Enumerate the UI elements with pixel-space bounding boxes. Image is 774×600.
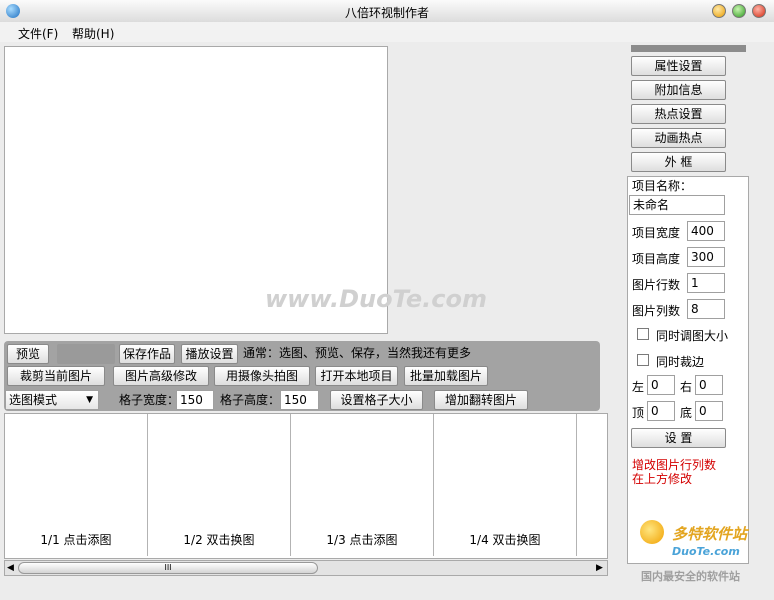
cell-label: 1/3 点击添图	[326, 533, 398, 547]
scroll-thumb[interactable]: III	[18, 562, 318, 574]
scroll-grip: III	[164, 563, 172, 572]
batch-load-button[interactable]: 批量加载图片	[404, 366, 488, 386]
set-grid-size-button[interactable]: 设置格子大小	[330, 390, 423, 410]
left-margin-input[interactable]: 0	[647, 375, 675, 395]
open-local-button[interactable]: 打开本地项目	[315, 366, 398, 386]
grid-height-label: 格子高度：	[220, 393, 281, 407]
sync-resize-label: 同时调图大小	[656, 329, 729, 343]
mode-select[interactable]: 选图模式 ▼	[5, 390, 99, 410]
toolbar-hint: 通常：选图、预览、保存，当然我还有更多	[243, 346, 472, 360]
close-button[interactable]	[752, 4, 766, 18]
camera-shot-button[interactable]: 用摄像头拍图	[214, 366, 310, 386]
cell-label: 1/4 双击换图	[469, 533, 541, 547]
menu-help[interactable]: 帮助(H)	[72, 25, 114, 42]
note-line-2: 在上方修改	[632, 472, 693, 486]
grid-width-input[interactable]: 150	[176, 390, 214, 410]
sync-resize-checkbox[interactable]	[637, 328, 649, 340]
cell-label: 1/2 双击换图	[183, 533, 255, 547]
menu-file[interactable]: 文件(F)	[18, 25, 58, 42]
mode-select-value: 选图模式	[9, 393, 58, 407]
logo-url: DuoTe.com	[672, 545, 740, 558]
extra-info-button[interactable]: 附加信息	[631, 80, 726, 100]
cell-label: 1/1 点击添图	[40, 533, 112, 547]
save-work-button[interactable]: 保存作品	[119, 344, 175, 364]
grid-height-input[interactable]: 150	[280, 390, 319, 410]
sync-crop-checkbox[interactable]	[637, 354, 649, 366]
bottom-margin-input[interactable]: 0	[695, 401, 723, 421]
left-margin-label: 左	[632, 380, 645, 394]
thumbnail-cell[interactable]: 1/2 双击换图	[148, 414, 291, 556]
logo-text: 多特软件站	[672, 525, 748, 543]
menu-bar	[0, 22, 774, 42]
rows-label: 图片行数	[632, 278, 681, 292]
apply-settings-button[interactable]: 设 置	[631, 428, 726, 448]
rows-input[interactable]: 1	[687, 273, 725, 293]
watermark-text: www.DuoTe.com	[265, 285, 487, 313]
hotspot-settings-button[interactable]: 热点设置	[631, 104, 726, 124]
window-title: 八倍环视制作者	[344, 6, 429, 20]
play-settings-button[interactable]: 播放设置	[181, 344, 238, 364]
property-settings-button[interactable]: 属性设置	[631, 56, 726, 76]
top-margin-label: 顶	[632, 406, 645, 420]
cols-label: 图片列数	[632, 304, 681, 318]
project-name-label: 项目名称：	[632, 179, 693, 193]
crop-current-button[interactable]: 裁剪当前图片	[7, 366, 105, 386]
thumbnail-cell-partial[interactable]	[577, 414, 607, 556]
advanced-edit-button[interactable]: 图片高级修改	[113, 366, 209, 386]
right-margin-input[interactable]: 0	[695, 375, 723, 395]
minimize-button[interactable]	[712, 4, 726, 18]
project-height-label: 项目高度	[632, 252, 681, 266]
disabled-button	[57, 344, 115, 364]
logo-slogan: 国内最安全的软件站	[641, 570, 740, 583]
thumbnail-cell[interactable]: 1/4 双击换图	[434, 414, 577, 556]
thumbnail-cell[interactable]: 1/3 点击添图	[291, 414, 434, 556]
add-flip-button[interactable]: 增加翻转图片	[434, 390, 528, 410]
scroll-right-icon[interactable]: ▶	[596, 563, 603, 573]
preview-button[interactable]: 预览	[7, 344, 49, 364]
scroll-left-icon[interactable]: ◀	[7, 563, 14, 573]
frame-button[interactable]: 外 框	[631, 152, 726, 172]
sync-crop-label: 同时裁边	[656, 355, 705, 369]
right-margin-label: 右	[680, 380, 693, 394]
bottom-margin-label: 底	[680, 406, 693, 420]
project-name-input[interactable]: 未命名	[629, 195, 725, 215]
logo-mascot-icon	[640, 520, 664, 544]
project-height-input[interactable]: 300	[687, 247, 725, 267]
grid-width-label: 格子宽度：	[119, 393, 180, 407]
project-width-label: 项目宽度	[632, 226, 681, 240]
cols-input[interactable]: 8	[687, 299, 725, 319]
maximize-button[interactable]	[732, 4, 746, 18]
project-width-input[interactable]: 400	[687, 221, 725, 241]
top-margin-input[interactable]: 0	[647, 401, 675, 421]
panel-divider	[631, 45, 746, 52]
animated-hotspot-button[interactable]: 动画热点	[631, 128, 726, 148]
chevron-down-icon: ▼	[86, 395, 93, 405]
thumbnail-cell[interactable]: 1/1 点击添图	[5, 414, 148, 556]
